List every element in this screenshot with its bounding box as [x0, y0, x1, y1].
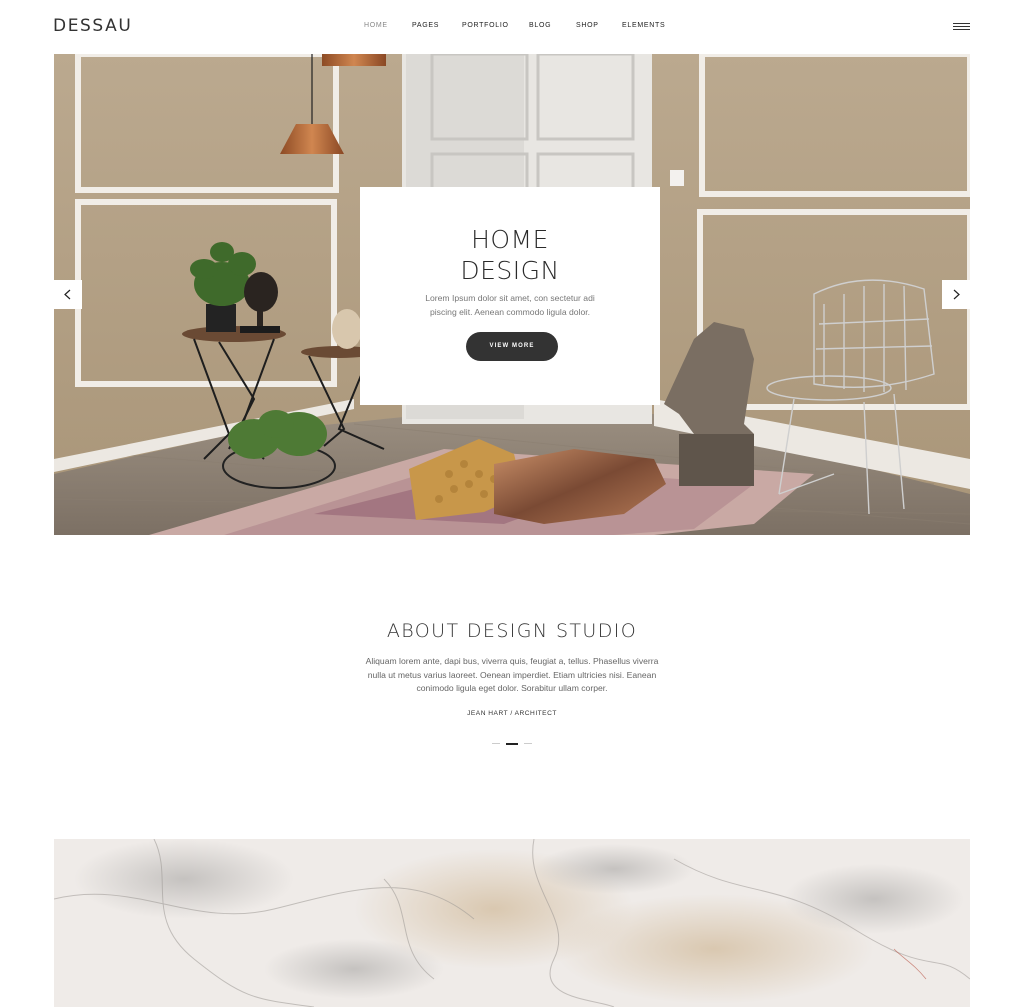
marble-image — [54, 839, 970, 1007]
about-section: ABOUT DESIGN STUDIO Aliquam lorem ante, … — [0, 620, 1024, 717]
marble-banner — [54, 839, 970, 1007]
pagination-dot-active[interactable] — [506, 743, 518, 745]
pagination-dot[interactable] — [492, 743, 500, 744]
nav-item-blog[interactable]: BLOG — [529, 22, 551, 29]
nav-item-pages[interactable]: PAGES — [412, 22, 439, 29]
hero-card: HOME DESIGN Lorem Ipsum dolor sit amet, … — [360, 187, 660, 405]
testimonial-pagination — [492, 743, 532, 746]
slider-next-button[interactable] — [942, 280, 970, 309]
nav-item-home[interactable]: HOME — [364, 22, 388, 29]
about-author: JEAN HART / ARCHITECT — [467, 709, 557, 717]
nav-item-elements[interactable]: ELEMENTS — [622, 22, 665, 29]
about-title: ABOUT DESIGN STUDIO — [386, 620, 638, 642]
about-text: Aliquam lorem ante, dapi bus, viverra qu… — [365, 656, 659, 693]
pagination-dot[interactable] — [524, 743, 532, 744]
site-header: DESSAU HOME PAGES PORTFOLIO BLOG SHOP EL… — [0, 0, 1024, 54]
main-nav: HOME PAGES PORTFOLIO BLOG SHOP ELEMENTS — [0, 22, 1024, 34]
view-more-button[interactable]: VIEW MORE — [466, 332, 558, 361]
hero-description: Lorem Ipsum dolor sit amet, con sectetur… — [425, 293, 595, 317]
chevron-right-icon — [953, 289, 960, 300]
hero-title: HOME DESIGN — [460, 225, 560, 285]
hamburger-icon[interactable] — [953, 23, 970, 31]
chevron-left-icon — [64, 289, 71, 300]
nav-item-portfolio[interactable]: PORTFOLIO — [462, 22, 509, 29]
nav-item-shop[interactable]: SHOP — [576, 22, 599, 29]
slider-prev-button[interactable] — [54, 280, 82, 309]
hero-slider: HOME DESIGN Lorem Ipsum dolor sit amet, … — [54, 54, 970, 535]
